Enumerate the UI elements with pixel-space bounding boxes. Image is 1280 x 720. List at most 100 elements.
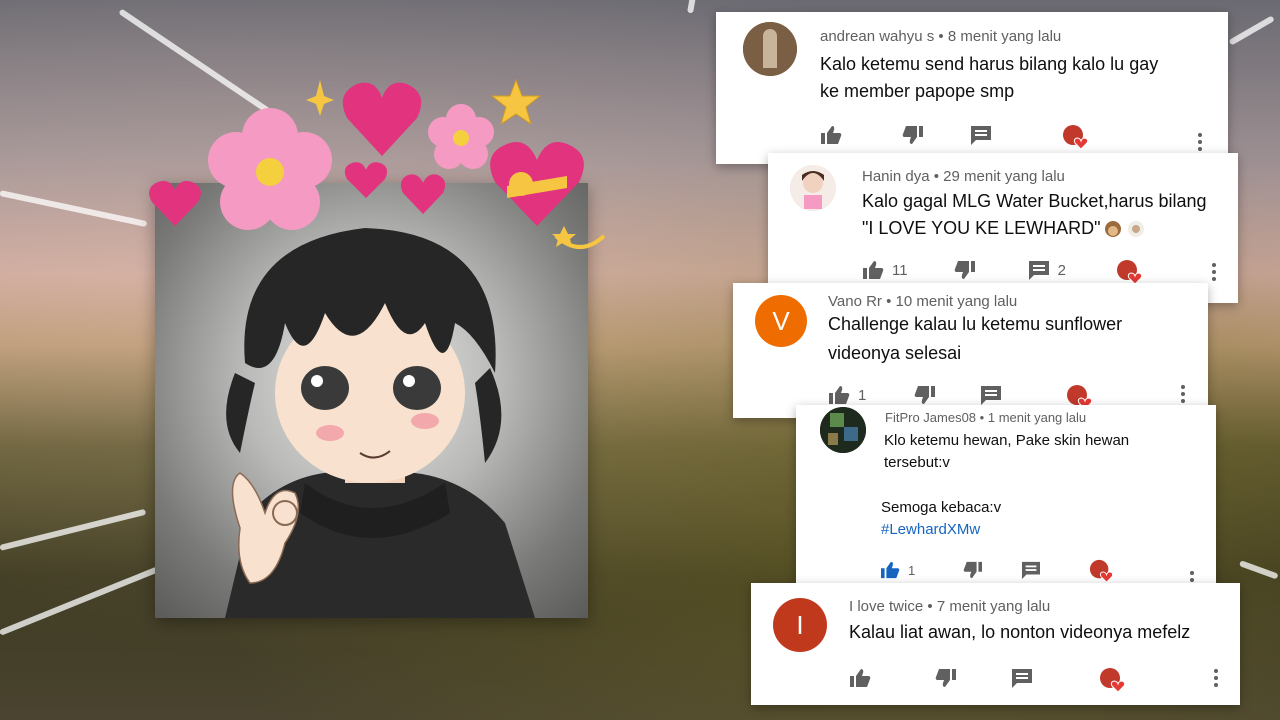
comment-author[interactable]: I love twice [849, 598, 923, 615]
comment-line: Kalo ketemu send harus bilang kalo lu ga… [820, 54, 1159, 74]
hashtag-link[interactable]: #LewhardXMw [881, 519, 1129, 541]
dislike-button[interactable] [954, 260, 976, 280]
comment-card: Hanin dya • 29 menit yang lalu Kalo gaga… [768, 153, 1238, 303]
reply-button[interactable] [980, 385, 1002, 405]
like-icon [863, 261, 884, 279]
comment-time[interactable]: 1 menit yang lalu [988, 410, 1086, 425]
pink-heart-icon [149, 181, 201, 226]
comment-author[interactable]: Vano Rr [828, 293, 882, 310]
more-icon[interactable] [1212, 263, 1216, 284]
comment-time[interactable]: 7 menit yang lalu [937, 598, 1050, 615]
comment-line: ke member papope smp [820, 81, 1015, 101]
comment-line: Kalo gagal MLG Water Bucket,harus bilang [862, 191, 1207, 211]
reply-icon [1022, 561, 1041, 579]
dislike-icon [963, 561, 983, 579]
like-icon [881, 561, 900, 579]
comment-author[interactable]: andrean wahyu s [820, 28, 934, 45]
like-icon [850, 669, 871, 687]
reply-button[interactable] [1011, 668, 1033, 688]
comment-card: FitPro James08 • 1 menit yang lalu Klo k… [796, 405, 1216, 583]
creator-heart-icon [1062, 124, 1089, 150]
comment-line: "I LOVE YOU KE LEWHARD" [862, 218, 1101, 238]
dislike-icon [954, 261, 975, 279]
commenter-avatar[interactable] [790, 165, 836, 211]
reply-icon [981, 386, 1002, 405]
meta-separator: • [927, 598, 933, 615]
like-count: 1 [858, 386, 867, 404]
dislike-button[interactable] [963, 561, 983, 579]
reply-button[interactable] [970, 125, 992, 145]
reply-icon [1028, 261, 1049, 280]
comment-time[interactable]: 10 menit yang lalu [896, 293, 1018, 310]
comment-text: Kalo ketemu send harus bilang kalo lu ga… [820, 51, 1158, 105]
pink-flower-icon [428, 104, 494, 169]
comment-card: andrean wahyu s • 8 menit yang lalu Kalo… [716, 12, 1228, 164]
more-icon[interactable] [1214, 669, 1218, 690]
meta-separator: • [886, 293, 892, 310]
more-icon[interactable] [1198, 133, 1202, 154]
dislike-icon [902, 126, 923, 144]
comment-text: Kalo gagal MLG Water Bucket,harus bilang… [862, 188, 1207, 242]
like-icon [829, 386, 850, 404]
reply-icon [1012, 669, 1032, 688]
comment-meta: I love twice • 7 menit yang lalu [849, 598, 1050, 615]
meta-separator: • [938, 28, 944, 45]
pink-heart-icon [342, 82, 422, 156]
comment-actions [849, 667, 1126, 693]
sparkles-icon [306, 80, 334, 116]
dislike-button[interactable] [902, 125, 924, 145]
comment-meta: Hanin dya • 29 menit yang lalu [862, 168, 1065, 185]
comment-line: videonya selesai [828, 343, 962, 363]
reply-button[interactable]: 2 [1028, 260, 1066, 280]
meta-separator: • [933, 168, 939, 185]
comment-meta: andrean wahyu s • 8 menit yang lalu [820, 28, 1061, 45]
meta-separator: • [979, 410, 985, 425]
comment-line-with-emoji: "I LOVE YOU KE LEWHARD" [862, 215, 1207, 242]
commenter-avatar[interactable]: V [755, 295, 807, 347]
commenter-avatar[interactable] [743, 22, 797, 76]
like-button[interactable]: 1 [828, 385, 866, 405]
sheep-icon [1127, 220, 1144, 237]
anime-avatar-image [155, 183, 588, 618]
like-button[interactable] [849, 668, 871, 688]
anime-boy-illustration [225, 228, 535, 618]
comment-meta: FitPro James08 • 1 menit yang lalu [885, 410, 1086, 425]
creator-heart-icon [1116, 259, 1143, 285]
comment-time[interactable]: 29 menit yang lalu [943, 168, 1065, 185]
comment-text: Klo ketemu hewan, Pake skin hewan terseb… [881, 430, 1129, 541]
like-button[interactable] [820, 125, 842, 145]
like-button[interactable]: 1 [880, 561, 915, 579]
reply-button[interactable] [1021, 561, 1041, 579]
comment-actions [820, 124, 1089, 150]
comment-text: Challenge kalau lu ketemu sunflower vide… [828, 311, 1122, 367]
pink-heart-icon [400, 174, 446, 214]
comment-actions: 1 [880, 559, 1114, 583]
dislike-button[interactable] [935, 668, 957, 688]
like-count: 1 [908, 562, 916, 578]
pink-flower-icon [208, 108, 332, 230]
comment-author[interactable]: FitPro James08 [885, 410, 976, 425]
comment-actions: 11 2 [862, 259, 1143, 285]
comment-line: Semoga kebaca:v [881, 499, 1002, 516]
more-icon[interactable] [1181, 385, 1185, 406]
comment-author[interactable]: Hanin dya [862, 168, 930, 185]
commenter-avatar[interactable] [820, 407, 866, 453]
heart-gift-icon [490, 142, 584, 226]
commenter-avatar[interactable]: I [773, 598, 827, 652]
comment-time[interactable]: 8 menit yang lalu [948, 28, 1061, 45]
comment-meta: Vano Rr • 10 menit yang lalu [828, 293, 1017, 310]
comment-text: Kalau liat awan, lo nonton videonya mefe… [849, 619, 1190, 646]
like-button[interactable]: 11 [862, 260, 908, 280]
comment-line: Kalau liat awan, lo nonton videonya mefe… [849, 622, 1191, 642]
dislike-icon [935, 669, 956, 687]
dizzy-icon [552, 226, 606, 249]
comment-actions: 1 [828, 384, 1093, 410]
comment-line: Challenge kalau lu ketemu sunflower [828, 314, 1123, 334]
reply-count: 2 [1057, 261, 1066, 279]
dislike-button[interactable] [914, 385, 936, 405]
like-count: 11 [892, 261, 908, 279]
comment-card: I I love twice • 7 menit yang lalu Kalau… [751, 583, 1240, 705]
reply-icon [971, 126, 991, 145]
pink-heart-icon [344, 162, 388, 198]
star-icon [490, 78, 542, 126]
